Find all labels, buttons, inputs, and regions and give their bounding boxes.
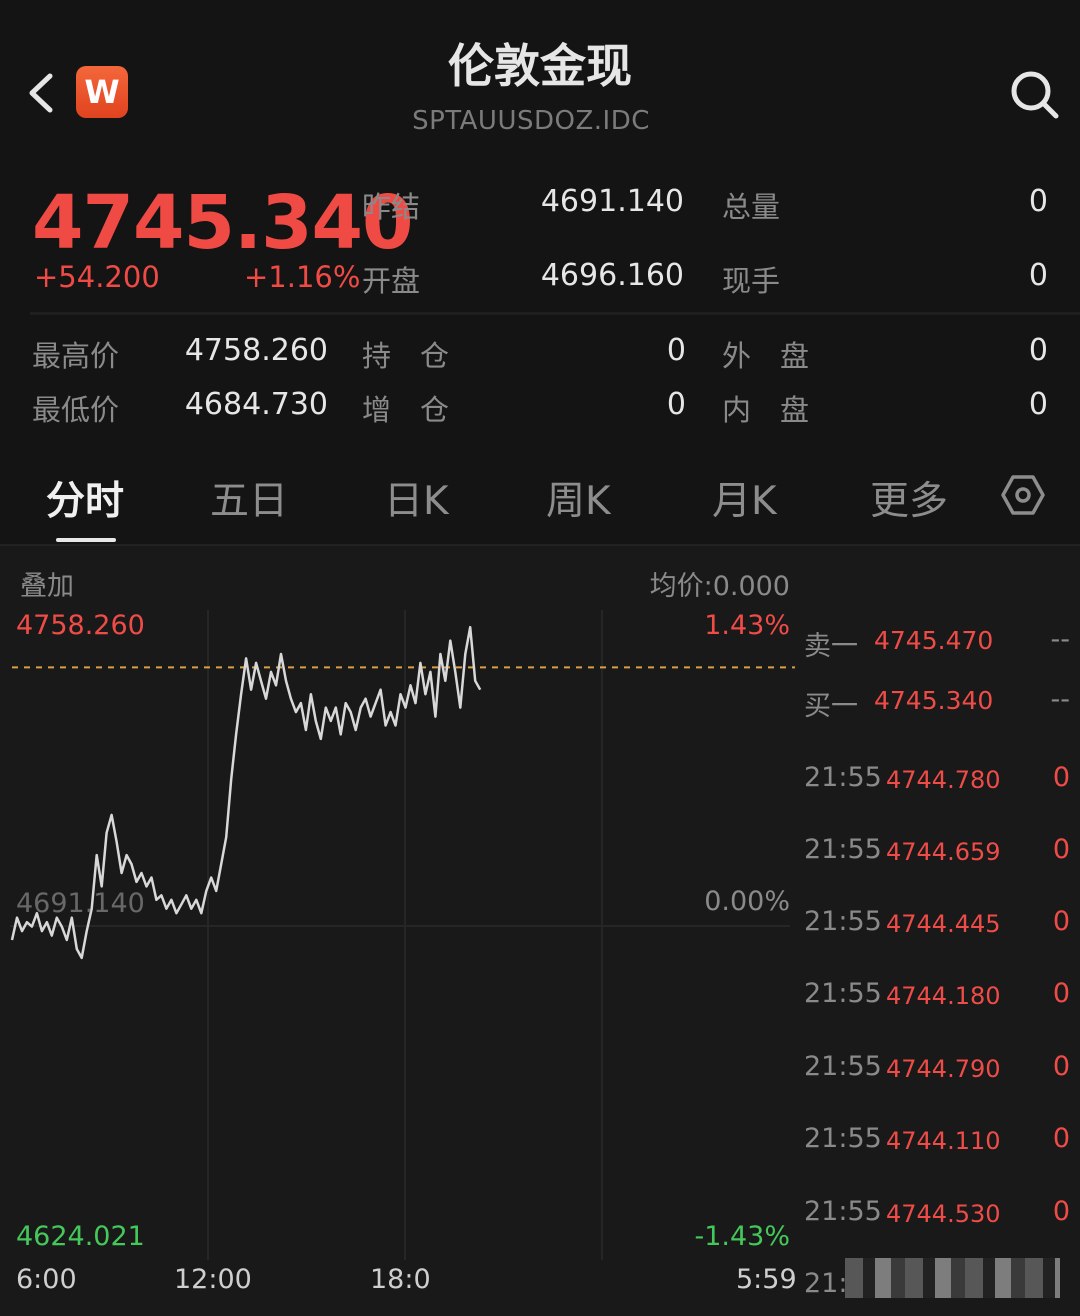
- trade-volume: 0: [1052, 1051, 1070, 1082]
- trade-row: 21:55 4744.790 0: [802, 1051, 1080, 1091]
- chart-grid: [10, 610, 790, 1260]
- bid-price: 4745.340: [874, 686, 994, 715]
- bid-label: 买一: [804, 691, 858, 722]
- volume-label: 总量: [722, 190, 781, 224]
- trade-time: 21:55: [804, 1123, 882, 1154]
- x-tick-2: 18:0: [370, 1264, 431, 1295]
- trade-row: 21:55 4744.530 0: [802, 1196, 1080, 1236]
- open-label: 开盘: [362, 264, 421, 298]
- tab-daily-k[interactable]: 日K: [384, 470, 449, 526]
- prev-close-value: 4691.140: [540, 184, 684, 219]
- trade-price: 4744.790: [886, 1055, 1001, 1083]
- y-axis-mid: 4691.140: [16, 888, 145, 919]
- intraday-chart[interactable]: [0, 600, 800, 1260]
- bid-volume: --: [1050, 684, 1071, 715]
- chart-tabs: 分时 五日 日K 周K 月K 更多: [0, 460, 1080, 544]
- add-position-value: 0: [666, 387, 686, 422]
- trade-volume: 0: [1052, 1123, 1070, 1154]
- y-axis-low: 4624.021: [16, 1221, 145, 1252]
- volume-value: 0: [1028, 184, 1048, 219]
- trade-price: 4744.445: [886, 910, 1001, 938]
- trade-time: 21:55: [804, 1196, 882, 1227]
- instrument-code: SPTAUUSDOZ.IDC: [412, 106, 650, 136]
- trade-time: 21:55: [804, 1051, 882, 1082]
- x-tick-3: 5:59: [736, 1264, 797, 1295]
- high-value: 4758.260: [184, 333, 328, 368]
- low-value: 4684.730: [184, 387, 328, 422]
- inner-value: 0: [1028, 387, 1048, 422]
- trade-price: 4744.180: [886, 982, 1001, 1010]
- trade-volume: 0: [1052, 762, 1070, 793]
- outer-value: 0: [1028, 333, 1048, 368]
- page-title: 伦敦金现: [448, 39, 632, 93]
- position-value: 0: [666, 333, 686, 368]
- trade-time: 21:55: [804, 906, 882, 937]
- divider: [30, 312, 1080, 315]
- trade-volume: 0: [1052, 978, 1070, 1009]
- position-label: 持 仓: [362, 339, 450, 373]
- tab-monthly-k[interactable]: 月K: [712, 470, 777, 526]
- settings-icon[interactable]: [1000, 472, 1046, 518]
- blurred-content: [845, 1258, 1060, 1298]
- trade-volume: 0: [1052, 1196, 1070, 1227]
- trade-row: 21:55 4744.110 0: [802, 1123, 1080, 1163]
- pct-axis-high: 1.43%: [704, 610, 790, 641]
- inner-label: 内 盘: [722, 393, 810, 427]
- avg-price-label: 均价:0.000: [649, 571, 790, 602]
- trade-price: 4744.110: [886, 1127, 1001, 1155]
- trade-time: 21:55: [804, 978, 882, 1009]
- ask-price: 4745.470: [874, 626, 994, 655]
- search-icon[interactable]: [1006, 66, 1062, 122]
- trade-price: 4744.780: [886, 766, 1001, 794]
- price-change: +54.200: [34, 260, 160, 294]
- trade-time: 21:: [804, 1268, 848, 1299]
- tab-weekly-k[interactable]: 周K: [546, 470, 611, 526]
- trade-price: 4744.530: [886, 1200, 1001, 1228]
- tab-intraday[interactable]: 分时: [46, 470, 124, 526]
- trade-time: 21:55: [804, 762, 882, 793]
- bid-row: 买一 4745.340 --: [802, 684, 1080, 724]
- tab-five-day[interactable]: 五日: [210, 470, 288, 526]
- ask-row: 卖一 4745.470 --: [802, 624, 1080, 664]
- pct-axis-low: -1.43%: [694, 1221, 790, 1252]
- outer-label: 外 盘: [722, 339, 810, 373]
- add-position-label: 增 仓: [362, 393, 450, 427]
- trade-volume: 0: [1052, 834, 1070, 865]
- trade-time: 21:55: [804, 834, 882, 865]
- x-tick-0: 6:00: [16, 1264, 77, 1295]
- low-label: 最低价: [32, 393, 120, 427]
- trade-volume: 0: [1052, 906, 1070, 937]
- last-price: 4745.340: [32, 180, 414, 266]
- y-axis-high: 4758.260: [16, 610, 145, 641]
- overlay-button[interactable]: 叠加: [20, 564, 74, 603]
- prev-close-label: 昨结: [362, 190, 421, 224]
- trade-row: 21:55 4744.659 0: [802, 834, 1080, 874]
- ask-volume: --: [1050, 624, 1071, 655]
- current-hand-value: 0: [1028, 258, 1048, 293]
- high-label: 最高价: [32, 339, 120, 373]
- open-value: 4696.160: [540, 258, 684, 293]
- trade-row: 21:55 4744.780 0: [802, 762, 1080, 802]
- current-hand-label: 现手: [722, 264, 781, 298]
- trade-row: 21:55 4744.180 0: [802, 978, 1080, 1018]
- trade-price: 4744.659: [886, 838, 1001, 866]
- price-change-pct: +1.16%: [244, 260, 361, 294]
- active-tab-indicator: [56, 538, 116, 542]
- header: W 伦敦金现 SPTAUUSDOZ.IDC: [0, 0, 1080, 160]
- tab-more[interactable]: 更多: [870, 470, 948, 526]
- x-tick-1: 12:00: [174, 1264, 252, 1295]
- ask-label: 卖一: [804, 631, 858, 662]
- trade-row: 21:55 4744.445 0: [802, 906, 1080, 946]
- pct-axis-mid: 0.00%: [704, 886, 790, 917]
